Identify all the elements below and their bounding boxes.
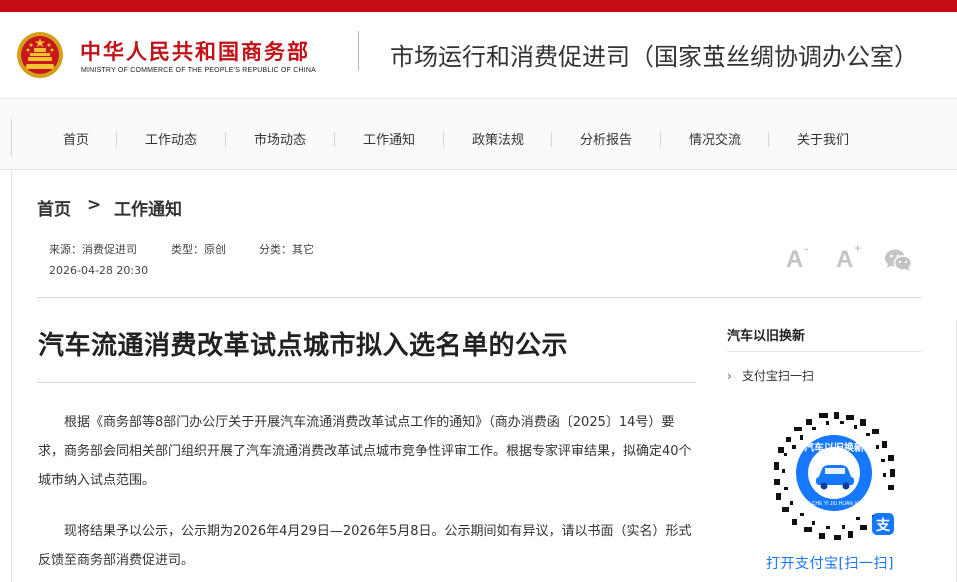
header-divider	[358, 31, 359, 71]
content-left-border	[11, 170, 12, 582]
site-header: 中华人民共和国商务部 MINISTRY OF COMMERCE OF THE P…	[0, 12, 957, 98]
ministry-name-en: MINISTRY OF COMMERCE OF THE PEOPLE'S REP…	[81, 67, 317, 74]
meta-category: 分类：其它	[259, 243, 314, 256]
font-increase-letter: A	[836, 246, 854, 273]
nav-item-reports[interactable]: 分析报告	[580, 129, 632, 148]
title-divider	[37, 382, 696, 383]
nav-item-policies[interactable]: 政策法规	[472, 129, 524, 148]
department-name: 市场运行和消费促进司（国家茧丝绸协调办公室）	[390, 43, 918, 71]
article-title: 汽车流通消费改革试点城市拟入选名单的公示	[38, 331, 569, 361]
nav-item-about[interactable]: 关于我们	[797, 129, 849, 148]
alipay-scan-link-label: 支付宝扫一扫	[741, 369, 814, 383]
font-increase-button[interactable]: A+	[836, 243, 861, 274]
nav-separator	[225, 132, 226, 147]
font-increase-mark: +	[854, 243, 861, 255]
sidebar-divider	[727, 351, 922, 352]
chevron-right-icon: ›	[727, 369, 732, 383]
nav-separator	[334, 132, 335, 147]
alipay-icon: 支	[875, 517, 891, 534]
nav-separator	[768, 132, 769, 147]
meta-source: 来源：消费促进司	[49, 243, 137, 256]
qr-ring-text: 汽车以旧换新	[804, 441, 864, 454]
sidebar-title: 汽车以旧换新	[727, 329, 806, 344]
nav-separator	[116, 132, 117, 147]
nav-separator	[551, 132, 552, 147]
nav-separator	[443, 132, 444, 147]
main-nav: 首页 工作动态 市场动态 工作通知 政策法规 分析报告 情况交流 关于我们	[0, 98, 957, 170]
font-decrease-button[interactable]: A-	[786, 243, 809, 274]
nav-item-work-notices[interactable]: 工作通知	[363, 129, 415, 148]
meta-datetime: 2026-04-28 20:30	[49, 264, 149, 277]
breadcrumb-current[interactable]: 工作通知	[114, 195, 182, 220]
national-emblem-icon	[17, 32, 63, 78]
font-decrease-mark: -	[804, 243, 809, 255]
font-decrease-letter: A	[786, 246, 804, 273]
meta-type: 类型：原创	[171, 243, 226, 256]
meta-divider	[37, 297, 922, 298]
nav-separator	[660, 132, 661, 147]
nav-item-market-news[interactable]: 市场动态	[254, 129, 306, 148]
qr-ring-pinyin: QI CHE YI JIU HUAN XIN	[805, 501, 863, 507]
qr-caption: 打开支付宝[扫一扫]	[766, 556, 894, 572]
breadcrumb-home[interactable]: 首页	[37, 195, 71, 220]
wechat-icon[interactable]	[884, 248, 912, 272]
ministry-name-cn: 中华人民共和国商务部	[80, 40, 310, 64]
nav-item-work-news[interactable]: 工作动态	[145, 129, 197, 148]
alipay-scan-link[interactable]: › 支付宝扫一扫	[727, 367, 814, 384]
top-red-bar	[0, 0, 957, 12]
nav-item-exchange[interactable]: 情况交流	[689, 129, 741, 148]
nav-item-home[interactable]: 首页	[63, 129, 89, 148]
nav-left-border	[11, 119, 12, 157]
breadcrumb-separator: >	[87, 195, 102, 215]
article-paragraph: 现将结果予以公示，公示期为2026年4月29日—2026年5月8日。公示期间如有…	[38, 524, 692, 568]
alipay-qr-code: 汽车以旧换新 QI CHE YI JIU HUAN XIN 支	[765, 408, 903, 546]
article-paragraph: 根据《商务部等8部门办公厅关于开展汽车流通消费改革试点工作的通知》（商办消费函〔…	[38, 415, 692, 488]
